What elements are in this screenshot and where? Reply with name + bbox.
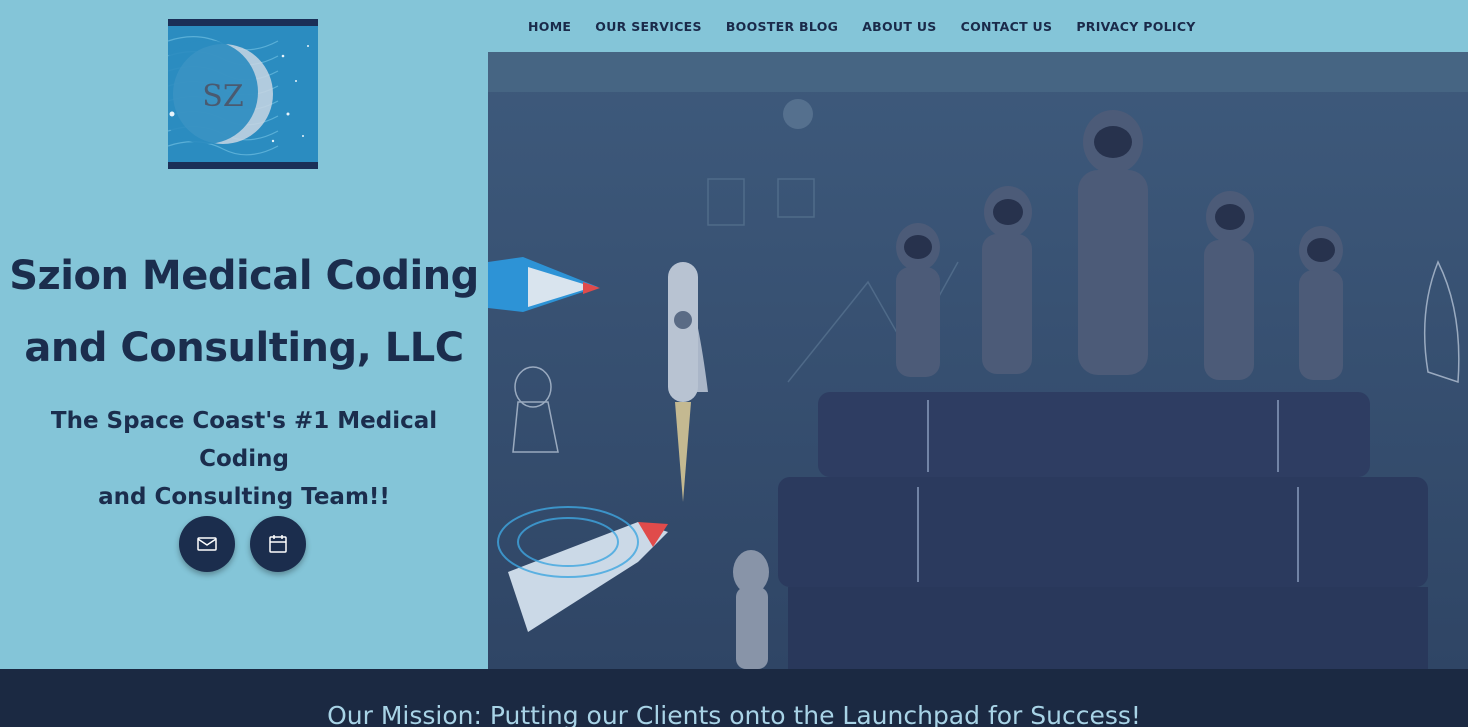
company-logo[interactable]: SZ xyxy=(168,19,318,169)
email-button[interactable] xyxy=(179,516,235,572)
nav-booster-blog[interactable]: BOOSTER BLOG xyxy=(726,19,838,34)
logo-text: SZ xyxy=(202,79,243,114)
hero-image xyxy=(488,52,1468,669)
main-nav: HOME OUR SERVICES BOOSTER BLOG ABOUT US … xyxy=(488,0,1468,52)
mission-statement: Our Mission: Putting our Clients onto th… xyxy=(327,701,1141,727)
tagline-line-2: and Consulting Team!! xyxy=(98,484,390,510)
nav-our-services[interactable]: OUR SERVICES xyxy=(595,19,702,34)
nav-contact-us[interactable]: CONTACT US xyxy=(961,19,1053,34)
calendar-button[interactable] xyxy=(250,516,306,572)
company-title: Szion Medical Coding and Consulting, LLC xyxy=(0,240,488,384)
nav-privacy-policy[interactable]: PRIVACY POLICY xyxy=(1076,19,1195,34)
contact-icons xyxy=(179,516,306,572)
astronaut-scene xyxy=(488,52,1468,669)
title-line-2: and Consulting, LLC xyxy=(24,325,464,371)
nav-home[interactable]: HOME xyxy=(528,19,571,34)
calendar-icon xyxy=(269,535,287,553)
email-icon xyxy=(197,537,217,551)
intro-panel: SZ Szion Medical Coding and Consulting, … xyxy=(0,0,488,669)
tagline: The Space Coast's #1 Medical Coding and … xyxy=(0,402,488,516)
title-line-1: Szion Medical Coding xyxy=(9,253,479,299)
tagline-line-1: The Space Coast's #1 Medical Coding xyxy=(50,408,438,472)
logo-graphic: SZ xyxy=(168,26,318,162)
nav-about-us[interactable]: ABOUT US xyxy=(862,19,936,34)
